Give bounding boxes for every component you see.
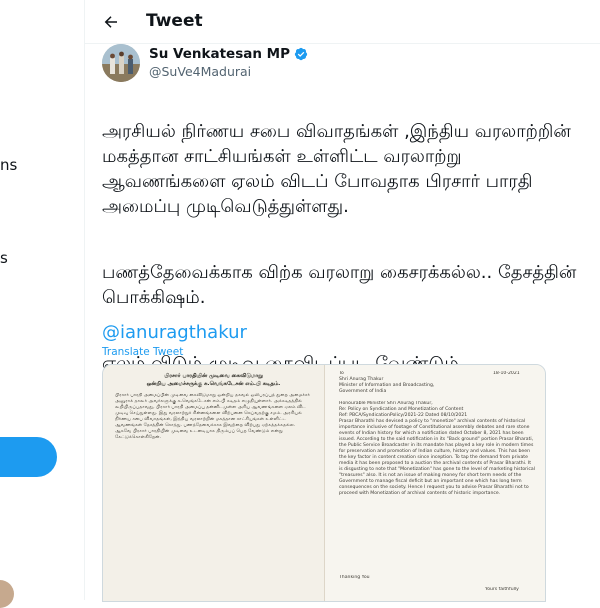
letter-addressee: To Shri Anurag Thakur Minister of Inform… xyxy=(339,371,435,394)
document-heading: பிரசார் பாரதியின் முடிவை கைவிடுமாறு xyxy=(164,373,263,379)
back-button[interactable] xyxy=(98,9,124,35)
left-navigation: ns s xyxy=(0,0,84,608)
document-body: பிரசார் பாரதி அமைப்பின் முடிவை கைவிடுமாற… xyxy=(115,393,310,440)
account-avatar[interactable] xyxy=(0,580,14,608)
arrow-left-icon xyxy=(104,16,117,28)
page-header: Tweet xyxy=(85,0,600,44)
nav-item-fragment[interactable]: ns xyxy=(0,156,17,174)
compose-tweet-button[interactable] xyxy=(0,437,57,477)
mention-link[interactable]: @ianuragthakur xyxy=(102,320,247,345)
tweet-paragraph: பணத்தேவைக்காக விற்க வரலாறு கைசரக்கல்ல.. … xyxy=(102,262,577,308)
author-name-row[interactable]: Su Venkatesan MP xyxy=(149,46,308,62)
letter-sign-off: Thanking You xyxy=(339,575,370,580)
tweet-detail-column: Tweet Su Venkatesan MP @SuVe4Madurai அரச… xyxy=(84,0,600,602)
document-subheading: ஒன்றிய அமைச்சருக்கு சு.வெங்கடேசன் எம்.பி… xyxy=(146,381,281,387)
letter-date: 18-10-2021 xyxy=(493,371,520,376)
tweet-paragraph: அரசியல் நிர்ணய சபை விவாதங்கள் ,இந்திய வர… xyxy=(102,121,571,217)
translate-tweet-link[interactable]: Translate Tweet xyxy=(102,346,183,358)
english-letter-document: To Shri Anurag Thakur Minister of Inform… xyxy=(325,365,545,601)
author-avatar[interactable] xyxy=(102,44,140,82)
tamil-letter-document: பிரசார் பாரதியின் முடிவை கைவிடுமாறு ஒன்ற… xyxy=(103,365,325,601)
page-title: Tweet xyxy=(146,11,203,31)
letter-closing: Yours faithfully xyxy=(485,587,519,592)
tweet-media-image[interactable]: பிரசார் பாரதியின் முடிவை கைவிடுமாறு ஒன்ற… xyxy=(102,364,546,602)
verified-badge-icon xyxy=(294,47,308,61)
nav-item-fragment[interactable]: s xyxy=(0,249,8,267)
author-name[interactable]: Su Venkatesan MP xyxy=(149,46,290,62)
avatar-photo xyxy=(102,44,140,82)
author-handle[interactable]: @SuVe4Madurai xyxy=(149,64,251,79)
letter-body: Honourable Minister Shri Anurag Thakur, … xyxy=(339,401,535,496)
